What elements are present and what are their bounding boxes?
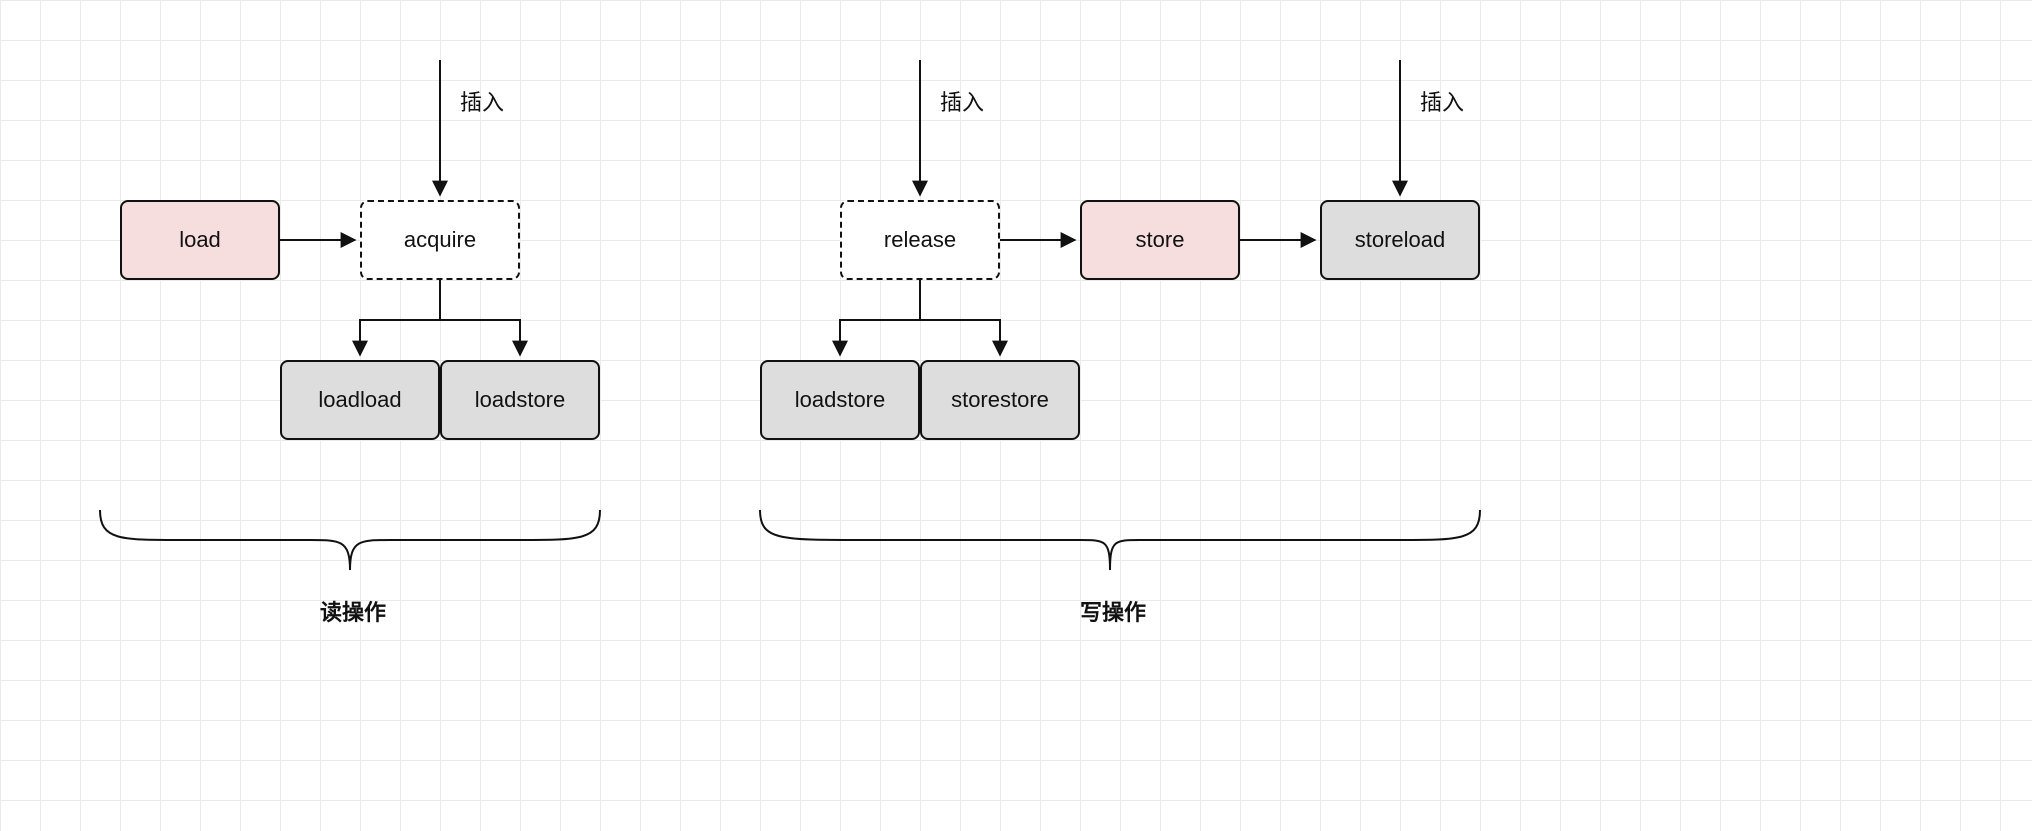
brace-right <box>760 510 1480 570</box>
release-box: release <box>840 200 1000 280</box>
arrow-release-storestore <box>920 280 1000 355</box>
store-box: store <box>1080 200 1240 280</box>
loadload-box: loadload <box>280 360 440 440</box>
load-box: load <box>120 200 280 280</box>
arrow-release-loadstore <box>840 280 920 355</box>
brace-left <box>100 510 600 570</box>
insert-label-left: 插入 <box>460 85 504 117</box>
release-label: release <box>884 227 956 253</box>
loadstore-left-label: loadstore <box>475 387 566 413</box>
caption-right: 写操作 <box>1080 595 1146 627</box>
caption-left: 读操作 <box>320 595 386 627</box>
loadload-label: loadload <box>318 387 401 413</box>
acquire-box: acquire <box>360 200 520 280</box>
arrow-acquire-loadstore <box>440 280 520 355</box>
arrow-acquire-loadload <box>360 280 440 355</box>
acquire-label: acquire <box>404 227 476 253</box>
storestore-label: storestore <box>951 387 1049 413</box>
storestore-box: storestore <box>920 360 1080 440</box>
loadstore-right-label: loadstore <box>795 387 886 413</box>
loadstore-left-box: loadstore <box>440 360 600 440</box>
load-label: load <box>179 227 221 253</box>
store-label: store <box>1136 227 1185 253</box>
insert-label-right-2: 插入 <box>1420 85 1464 117</box>
storeload-box: storeload <box>1320 200 1480 280</box>
storeload-label: storeload <box>1355 227 1446 253</box>
loadstore-right-box: loadstore <box>760 360 920 440</box>
insert-label-right-1: 插入 <box>940 85 984 117</box>
